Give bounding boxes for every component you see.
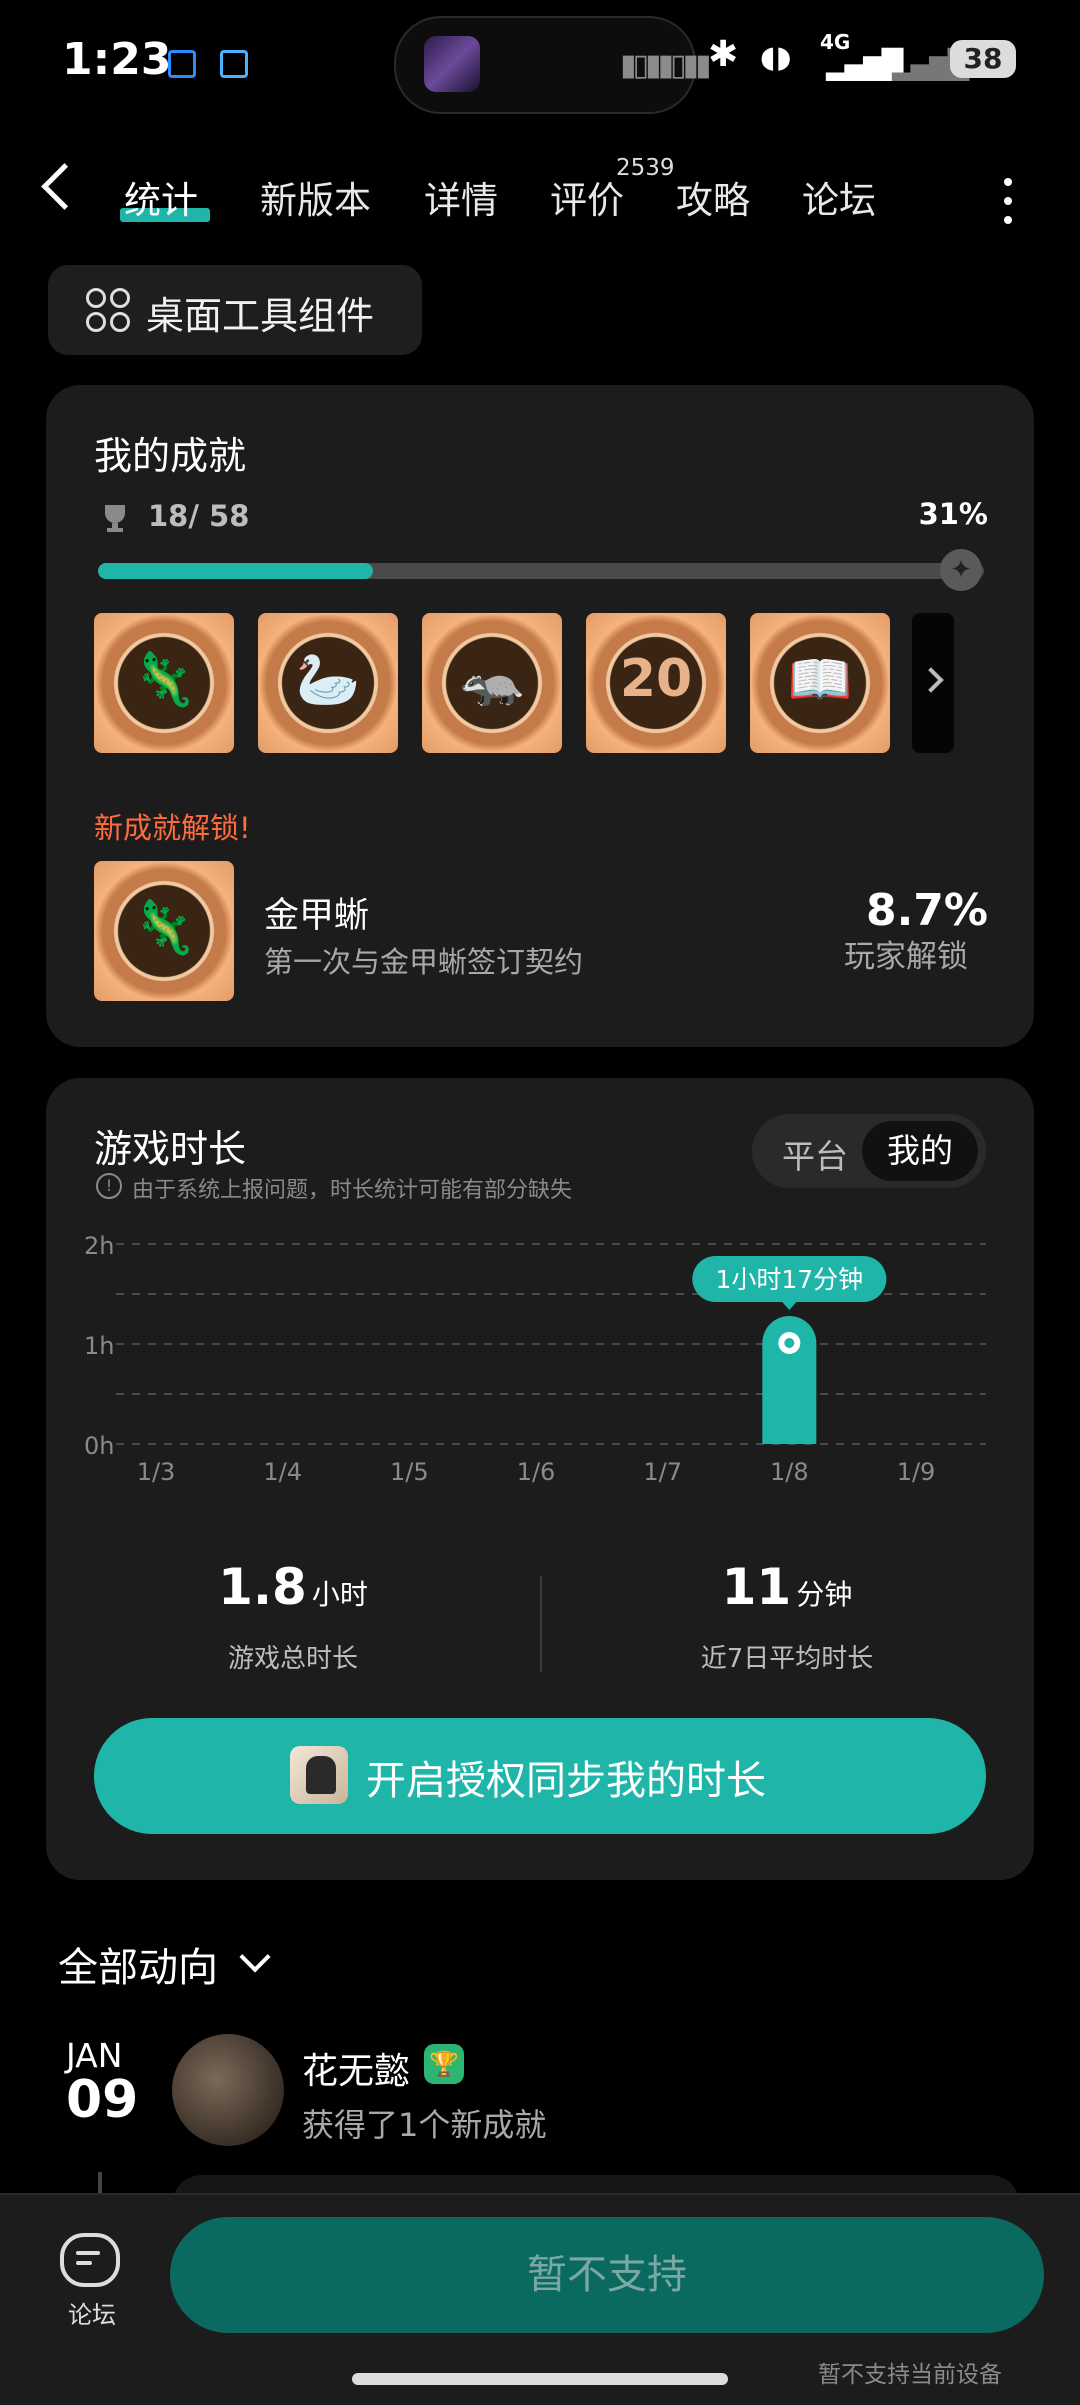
average-playtime-value: 11 xyxy=(721,1558,792,1616)
achievement-count: 18/ 58 xyxy=(148,499,250,533)
average-playtime-label: 近7日平均时长 xyxy=(700,1644,874,1674)
achievement-progress-bar xyxy=(98,563,984,579)
achievement-percent: 31% xyxy=(918,497,988,531)
achievement-progress-fill xyxy=(98,563,373,579)
unsupported-device-note: 暂不支持当前设备 xyxy=(818,2362,1002,2388)
latest-achievement-description: 第一次与金甲蜥签订契约 xyxy=(264,945,584,979)
more-options-icon[interactable] xyxy=(1004,178,1012,235)
chart-y-tick: 0h xyxy=(84,1432,114,1460)
playtime-notice: 由于系统上报问题，时长统计可能有部分缺失 xyxy=(132,1178,573,1203)
progress-end-icon: ✦ xyxy=(940,549,982,591)
dynamic-island[interactable]: ▮▯▮▮▯▮▮ xyxy=(394,16,712,114)
bottom-action-bar: 论坛 暂不支持 暂不支持当前设备 xyxy=(0,2193,1080,2405)
feed-filter-title[interactable]: 全部动向 xyxy=(58,1935,218,1993)
chart-y-tick: 1h xyxy=(84,1332,114,1360)
feed-username[interactable]: 花无懿 xyxy=(302,2042,410,2094)
achievements-card: 我的成就 18/ 58 31% ✦ 🦎 🦢 🦡 20 📖 新成就解锁! 🦎 金甲… xyxy=(46,385,1034,1047)
average-playtime-unit: 分钟 xyxy=(796,1578,853,1611)
chart-bar-marker-center xyxy=(784,1338,795,1348)
badge-glyph: 🦎 xyxy=(131,898,197,958)
chart-x-tick: 1/6 xyxy=(517,1458,556,1486)
playtime-title: 游戏时长 xyxy=(94,1127,247,1171)
chart-x-tick: 1/4 xyxy=(263,1458,302,1486)
desktop-widget-label: 桌面工具组件 xyxy=(146,294,375,338)
average-playtime: 11 分钟 xyxy=(540,1558,1034,1616)
tab-reviews[interactable]: 评价 xyxy=(550,170,624,224)
playtime-source-toggle[interactable]: 平台 我的 xyxy=(752,1114,986,1188)
battery-indicator: 38 xyxy=(950,40,1016,78)
forum-icon[interactable] xyxy=(60,2233,120,2287)
latest-achievement-rate: 8.7% xyxy=(865,885,988,936)
total-playtime-unit: 小时 xyxy=(311,1578,368,1611)
home-indicator xyxy=(352,2373,728,2385)
media-thumbnail xyxy=(424,36,480,92)
lizard-badge-icon[interactable]: 🦎 xyxy=(94,613,234,753)
app-notification-icon xyxy=(220,50,248,78)
swan-badge-icon[interactable]: 🦢 xyxy=(258,613,398,753)
total-playtime-label: 游戏总时长 xyxy=(227,1644,358,1674)
status-time: 1:23 xyxy=(62,34,172,85)
toggle-mine[interactable]: 我的 xyxy=(862,1121,978,1181)
tab-details[interactable]: 详情 xyxy=(424,170,498,224)
trophy-badge-icon: 🏆 xyxy=(424,2044,464,2084)
earbuds-icon: ◖◗ xyxy=(760,40,792,75)
badge-glyph: 🦢 xyxy=(295,650,361,710)
chart-x-tick: 1/8 xyxy=(770,1458,809,1486)
trophy-icon xyxy=(105,505,125,532)
chart-tooltip-pointer xyxy=(781,1301,798,1310)
unsupported-button[interactable]: 暂不支持 xyxy=(170,2217,1044,2333)
bluetooth-icon: ✱ xyxy=(708,34,739,75)
twenty-badge-icon[interactable]: 20 xyxy=(586,613,726,753)
widget-grid-icon xyxy=(86,288,130,332)
avatar[interactable] xyxy=(172,2034,284,2146)
chevron-down-icon[interactable] xyxy=(239,1941,271,1973)
chart-x-tick: 1/5 xyxy=(390,1458,429,1486)
chart-tooltip-label: 1小时17分钟 xyxy=(715,1265,863,1294)
chart-y-tick: 2h xyxy=(84,1232,114,1260)
game-icon xyxy=(290,1746,348,1804)
playtime-card: 游戏时长 平台 我的 ! 由于系统上报问题，时长统计可能有部分缺失 0h 1h 2h… xyxy=(46,1078,1034,1880)
lizard-badge-icon[interactable]: 🦎 xyxy=(94,861,234,1001)
toggle-platform[interactable]: 平台 xyxy=(782,1130,848,1178)
sync-playtime-button[interactable]: 开启授权同步我的时长 xyxy=(94,1718,986,1834)
info-icon: ! xyxy=(96,1173,122,1199)
ferret-badge-icon[interactable]: 🦡 xyxy=(422,613,562,753)
tab-new-version[interactable]: 新版本 xyxy=(260,170,371,224)
total-playtime: 1.8 小时 xyxy=(46,1558,540,1616)
total-playtime-value: 1.8 xyxy=(218,1558,307,1616)
book-badge-icon[interactable]: 📖 xyxy=(750,613,890,753)
latest-achievement-rate-label: 玩家解锁 xyxy=(844,939,968,975)
badge-glyph: 20 xyxy=(619,649,693,709)
achievements-title: 我的成就 xyxy=(94,434,247,478)
chevron-right-icon xyxy=(918,667,944,693)
badges-next-button[interactable] xyxy=(912,613,954,753)
forum-label[interactable]: 论坛 xyxy=(68,2295,116,2330)
latest-achievement-name: 金甲蜥 xyxy=(264,896,370,936)
badge-glyph: 🦡 xyxy=(459,650,525,710)
back-icon[interactable] xyxy=(41,163,88,210)
desktop-widget-button[interactable]: 桌面工具组件 xyxy=(48,265,422,355)
feed-activity-text: 获得了1个新成就 xyxy=(302,2106,547,2144)
chart-x-tick: 1/9 xyxy=(897,1458,936,1486)
tab-stats[interactable]: 统计 xyxy=(124,170,198,224)
playtime-chart: 0h 1h 2h 1/3 1/4 1/5 1/6 1/7 1/8 1/9 1小时17分钟 xyxy=(84,1232,986,1486)
badge-glyph: 🦎 xyxy=(131,650,197,710)
audio-wave-icon: ▮▯▮▮▯▮▮ xyxy=(620,48,712,83)
review-count-badge: 2539 xyxy=(616,155,675,181)
chart-x-tick: 1/3 xyxy=(137,1458,176,1486)
sync-playtime-label: 开启授权同步我的时长 xyxy=(366,1758,766,1804)
badge-glyph: 📖 xyxy=(787,650,853,710)
new-achievement-label: 新成就解锁! xyxy=(94,811,251,845)
feed-day: 09 xyxy=(66,2070,139,2130)
chart-x-tick: 1/7 xyxy=(643,1458,682,1486)
signal-icon: ▂▄▆█ xyxy=(826,48,903,81)
tab-guides[interactable]: 攻略 xyxy=(676,170,750,224)
tab-forum[interactable]: 论坛 xyxy=(802,170,876,224)
app-notification-icon xyxy=(168,50,196,78)
